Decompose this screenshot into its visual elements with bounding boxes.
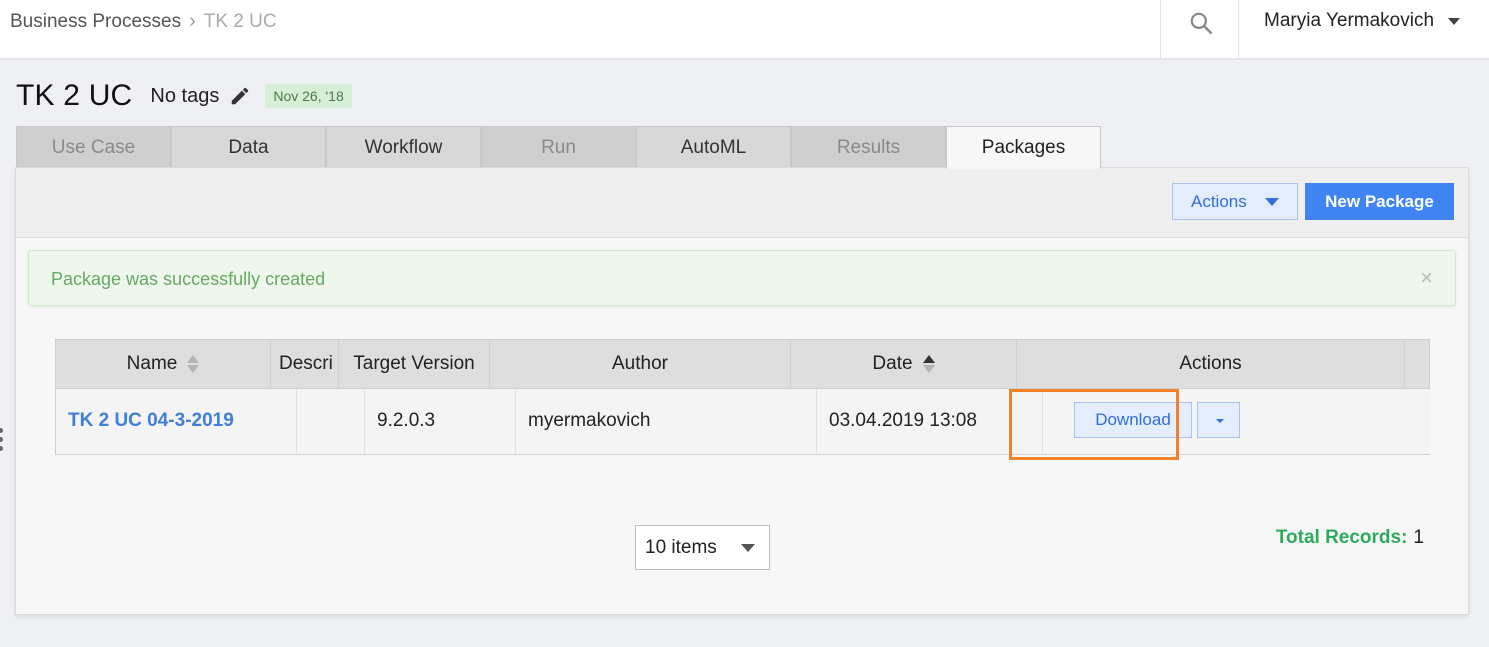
packages-panel: Actions New Package Package was successf… (15, 167, 1469, 615)
title-row: TK 2 UC No tags Nov 26, '18 (16, 78, 352, 114)
search-button[interactable] (1160, 0, 1239, 60)
column-header-target-version[interactable]: Target Version (339, 340, 490, 388)
tags-label: No tags (150, 84, 220, 107)
tab-packages[interactable]: Packages (946, 126, 1101, 169)
caret-down-icon (1264, 197, 1279, 206)
pencil-icon[interactable] (229, 85, 251, 107)
download-button[interactable]: Download (1074, 402, 1192, 438)
breadcrumb-parent-link[interactable]: Business Processes (10, 11, 181, 33)
caret-down-icon (741, 544, 755, 552)
table-row: TK 2 UC 04-3-2019 9.2.0.3 myermakovich 0… (55, 389, 1430, 455)
total-records-value: 1 (1413, 527, 1424, 548)
column-header-name[interactable]: Name (56, 340, 271, 388)
page-size-select[interactable]: 10 items (635, 525, 770, 570)
breadcrumb-current: TK 2 UC (203, 10, 277, 32)
chevron-right-icon: › (189, 10, 196, 32)
drag-handle[interactable] (0, 428, 4, 458)
cell-date: 03.04.2019 13:08 (817, 389, 1043, 453)
download-dropdown-toggle[interactable] (1197, 402, 1240, 438)
toolbar: Actions New Package (16, 168, 1468, 238)
tab-results[interactable]: Results (791, 126, 946, 168)
grid-header: Name Descri Target Version Author Date A… (55, 339, 1430, 389)
tab-automl[interactable]: AutoML (636, 126, 791, 168)
alert-message: Package was successfully created (51, 269, 326, 289)
close-icon[interactable]: × (1420, 265, 1433, 291)
sort-ascending-icon (922, 354, 935, 374)
tab-data[interactable]: Data (171, 126, 326, 168)
page-title: TK 2 UC (16, 79, 133, 112)
package-name-link[interactable]: TK 2 UC 04-3-2019 (68, 410, 234, 432)
page-size-value: 10 items (645, 536, 717, 558)
tab-workflow[interactable]: Workflow (326, 126, 481, 168)
tab-use-case[interactable]: Use Case (16, 126, 171, 168)
breadcrumb: Business Processes › TK 2 UC (10, 10, 277, 33)
actions-label: Actions (1191, 191, 1247, 211)
tab-bar: Use Case Data Workflow Run AutoML Result… (16, 126, 1101, 169)
cell-description (297, 389, 365, 453)
column-header-actions: Actions (1017, 340, 1405, 388)
actions-dropdown-button[interactable]: Actions (1172, 183, 1298, 220)
column-header-date[interactable]: Date (791, 340, 1017, 388)
date-badge: Nov 26, '18 (265, 84, 352, 108)
user-name: Maryia Yermakovich (1264, 10, 1435, 31)
cell-author: myermakovich (516, 389, 817, 453)
success-alert: Package was successfully created × (28, 250, 1456, 306)
column-header-description[interactable]: Descri (271, 340, 339, 388)
sort-icon (187, 354, 200, 374)
packages-grid: Name Descri Target Version Author Date A… (55, 339, 1430, 455)
caret-down-icon (1448, 17, 1461, 25)
search-icon (1190, 12, 1213, 35)
cell-name: TK 2 UC 04-3-2019 (56, 389, 297, 453)
total-records-label: Total Records: (1275, 527, 1408, 548)
total-records: Total Records: 1 (1276, 527, 1424, 549)
cell-target-version: 9.2.0.3 (365, 389, 516, 453)
top-bar: Business Processes › TK 2 UC Maryia Yerm… (0, 0, 1489, 60)
column-header-author[interactable]: Author (490, 340, 791, 388)
tab-run[interactable]: Run (481, 126, 636, 168)
new-package-button[interactable]: New Package (1305, 183, 1454, 220)
user-menu[interactable]: Maryia Yermakovich (1264, 10, 1461, 32)
